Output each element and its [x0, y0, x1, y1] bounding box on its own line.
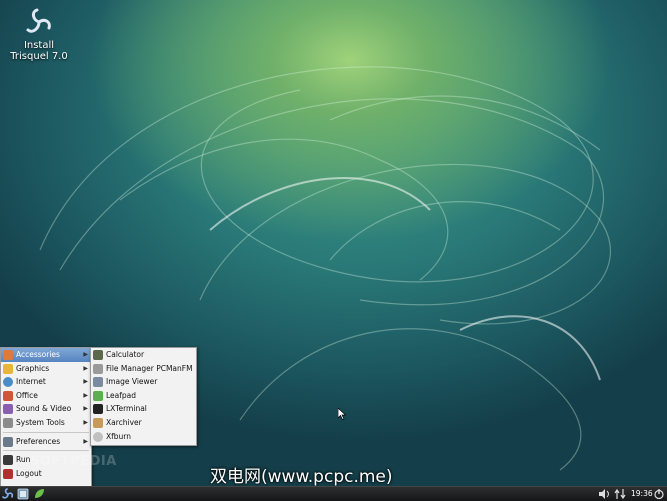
submenu-item-label: Calculator: [106, 350, 145, 359]
internet-icon: [3, 377, 13, 388]
system-tools-icon: [3, 417, 13, 428]
menu-item-preferences[interactable]: Preferences ▶: [1, 435, 91, 449]
run-icon: [3, 455, 13, 466]
clock[interactable]: 19:36: [631, 487, 653, 501]
submenu-item-label: Image Viewer: [106, 377, 158, 387]
submenu-arrow-icon: ▶: [83, 351, 88, 358]
sound-video-icon: [3, 404, 13, 415]
preferences-icon: [3, 436, 13, 447]
submenu-item-label: Xfburn: [106, 431, 131, 441]
desktop-icon-label-line1: Install: [23, 40, 55, 51]
menu-item-label: System Tools: [16, 417, 65, 427]
menu-launcher-icon[interactable]: [2, 488, 14, 500]
submenu-item-label: Xarchiver: [106, 417, 142, 427]
menu-item-label: Graphics: [16, 363, 50, 373]
menu-item-office[interactable]: Office ▶: [1, 389, 91, 403]
desktop-icon-install-trisquel[interactable]: Install Trisquel 7.0: [8, 6, 70, 62]
menu-item-label: Internet: [16, 377, 46, 387]
menu-item-label: Preferences: [16, 436, 61, 446]
menu-item-internet[interactable]: Internet ▶: [1, 375, 91, 389]
submenu-item-leafpad[interactable]: Leafpad: [91, 389, 196, 403]
volume-icon[interactable]: [598, 488, 610, 500]
shutdown-icon[interactable]: [653, 488, 665, 500]
mouse-cursor-icon: [338, 408, 346, 420]
terminal-icon: [93, 404, 103, 415]
submenu-item-image-viewer[interactable]: Image Viewer: [91, 375, 196, 389]
submenu-arrow-icon: ▶: [83, 364, 88, 372]
submenu-arrow-icon: ▶: [83, 437, 88, 445]
calculator-icon: [93, 350, 103, 360]
menu-item-graphics[interactable]: Graphics ▶: [1, 362, 91, 376]
burn-icon: [93, 431, 103, 442]
graphics-icon: [3, 363, 13, 374]
taskbar: 19:36: [0, 486, 667, 501]
submenu-item-file-manager[interactable]: File Manager PCManFM: [91, 362, 196, 376]
menu-separator: [3, 431, 89, 433]
submenu-item-label: LXTerminal: [106, 404, 147, 414]
office-icon: [3, 390, 13, 401]
leafpad-launcher-icon[interactable]: [33, 488, 45, 500]
leafpad-icon: [93, 390, 103, 401]
logout-icon: [3, 468, 13, 479]
submenu-arrow-icon: ▶: [83, 418, 88, 426]
archiver-icon: [93, 417, 103, 428]
submenu-item-label: File Manager PCManFM: [106, 363, 193, 373]
menu-item-system-tools[interactable]: System Tools ▶: [1, 416, 91, 430]
submenu-item-calculator[interactable]: Calculator: [91, 348, 196, 362]
image-viewer-icon: [93, 377, 103, 388]
site-watermark: 双电网(www.pcpc.me): [210, 467, 393, 487]
submenu-arrow-icon: ▶: [83, 378, 88, 386]
submenu-item-lxterminal[interactable]: LXTerminal: [91, 402, 196, 416]
softpedia-watermark: SOFTPEDIA: [30, 454, 117, 469]
menu-item-accessories[interactable]: Accessories ▶: [1, 348, 91, 362]
menu-item-label: Run: [16, 455, 31, 465]
file-manager-icon: [93, 363, 103, 374]
menu-item-sound-video[interactable]: Sound & Video ▶: [1, 402, 91, 416]
menu-item-label: Logout: [16, 468, 42, 478]
accessories-submenu: Calculator File Manager PCManFM Image Vi…: [90, 347, 197, 446]
menu-separator: [3, 450, 89, 452]
submenu-arrow-icon: ▶: [83, 405, 88, 413]
menu-item-label: Accessories: [16, 350, 60, 359]
submenu-item-xarchiver[interactable]: Xarchiver: [91, 416, 196, 430]
network-icon[interactable]: [614, 488, 626, 500]
menu-item-label: Office: [16, 390, 38, 400]
submenu-arrow-icon: ▶: [83, 391, 88, 399]
accessories-icon: [3, 350, 13, 360]
submenu-item-xfburn[interactable]: Xfburn: [91, 430, 196, 444]
desktop-icon-label-line2: Trisquel 7.0: [10, 51, 68, 62]
trisquel-logo-icon: [23, 6, 55, 38]
file-manager-launcher-icon[interactable]: [17, 488, 29, 500]
submenu-item-label: Leafpad: [106, 390, 137, 400]
menu-item-label: Sound & Video: [16, 404, 72, 414]
